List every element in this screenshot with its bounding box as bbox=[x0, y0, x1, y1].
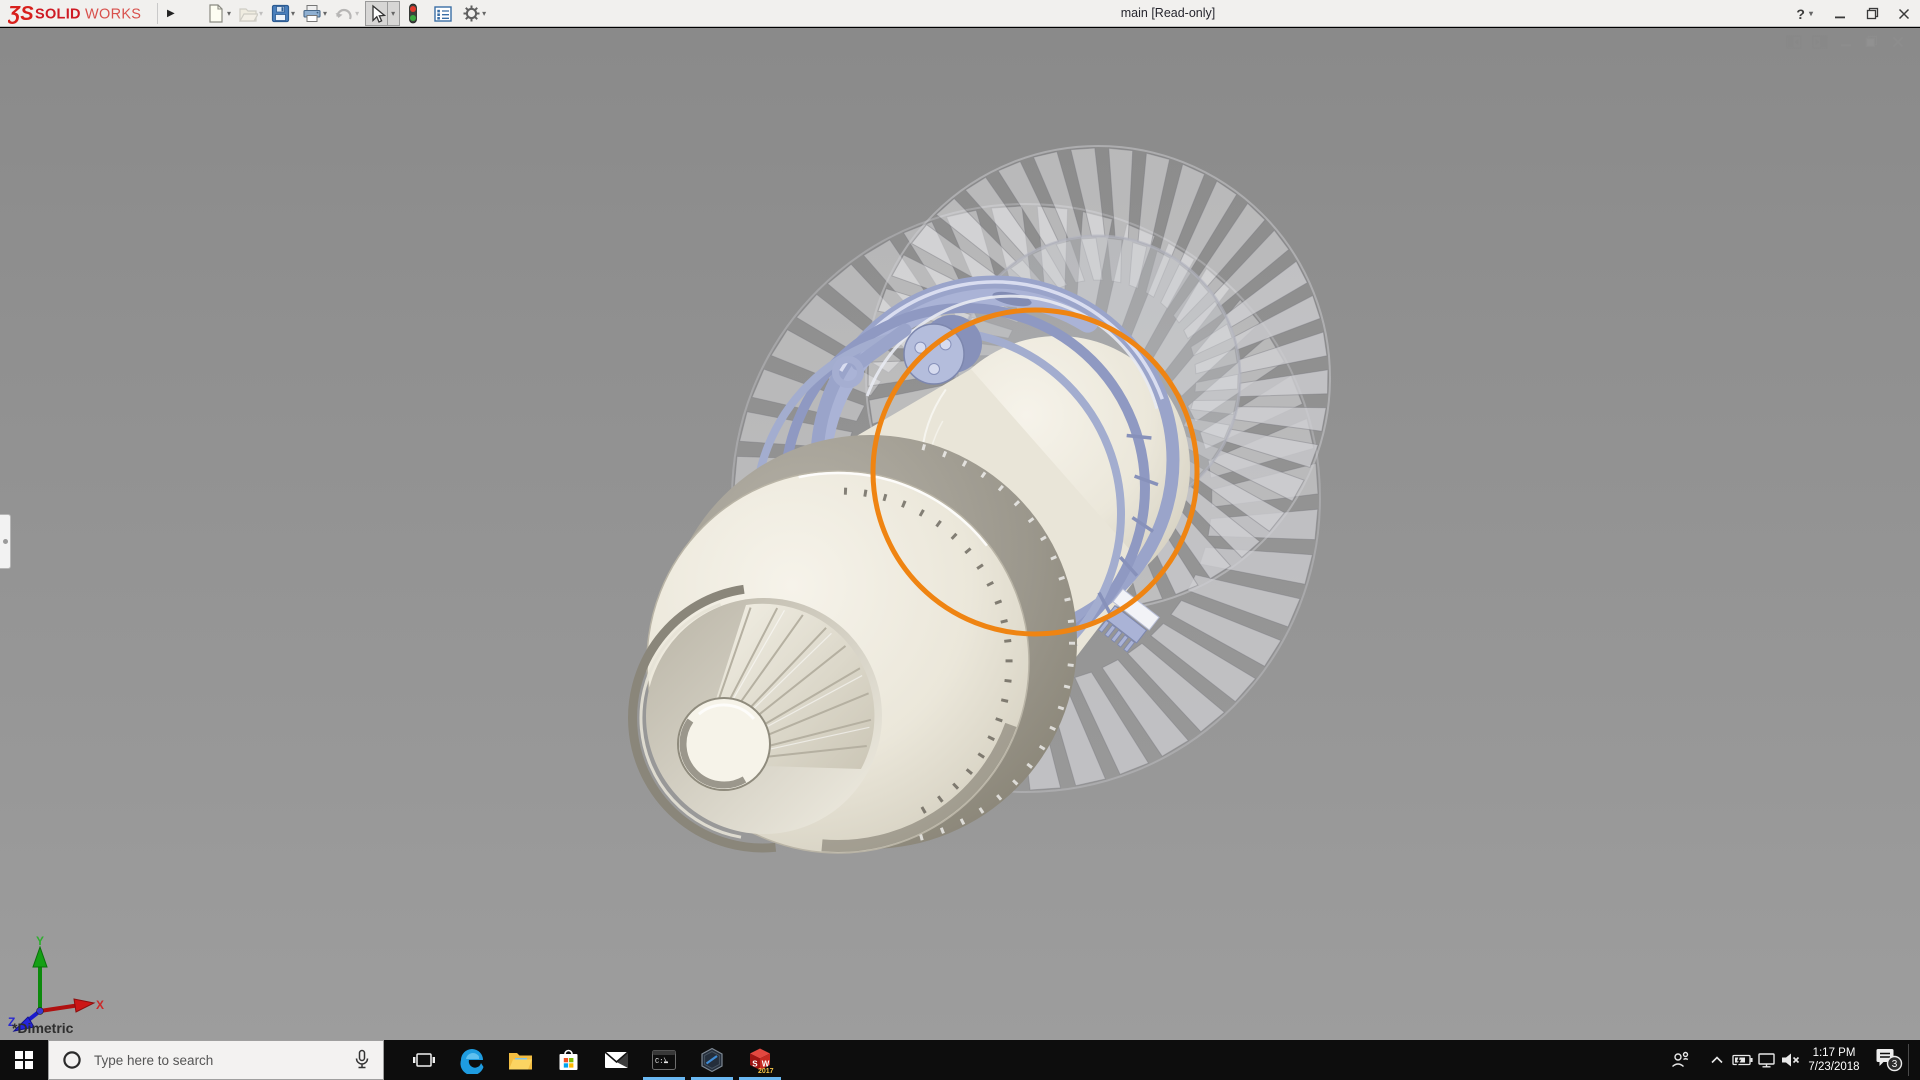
close-button[interactable] bbox=[1896, 6, 1912, 22]
display-settings-button[interactable] bbox=[432, 2, 454, 26]
axis-x-label: X bbox=[96, 998, 104, 1012]
chevron-down-icon[interactable]: ▾ bbox=[481, 9, 489, 18]
edge-browser-button[interactable] bbox=[448, 1040, 496, 1080]
network-icon[interactable] bbox=[1754, 1040, 1780, 1080]
search-input[interactable] bbox=[92, 1051, 347, 1069]
window-controls: ? ▾ bbox=[1796, 0, 1912, 27]
solidworks-2017-button[interactable]: S W 2017 bbox=[736, 1040, 784, 1080]
pane-right-icon[interactable] bbox=[1811, 34, 1828, 49]
battery-icon[interactable] bbox=[1730, 1040, 1756, 1080]
logo-works-text: WORKS bbox=[85, 7, 141, 23]
jet-engine-model bbox=[628, 145, 1331, 854]
taskbar-search[interactable] bbox=[48, 1040, 384, 1080]
sw-year: 2017 bbox=[758, 1068, 774, 1074]
clock-date: 7/23/2018 bbox=[1808, 1061, 1860, 1073]
menu-flyout-arrow-icon[interactable]: ▶ bbox=[163, 0, 179, 27]
view-orientation-label: *Dimetric bbox=[12, 1020, 74, 1036]
solidworks-logo: ƷS SOLID WORKS bbox=[8, 3, 141, 25]
main-toolbar: ▾ ▾ ▾ ▾ ▾ ▾ ▾ bbox=[205, 0, 492, 27]
new-document-button[interactable]: ▾ bbox=[205, 2, 235, 26]
chevron-down-icon[interactable]: ▾ bbox=[387, 2, 398, 25]
chevron-down-icon[interactable]: ▾ bbox=[226, 9, 234, 18]
chevron-down-icon: ▾ bbox=[355, 9, 360, 18]
hidden-icons-chevron[interactable] bbox=[1706, 1040, 1728, 1080]
interference-stoplight-button[interactable] bbox=[402, 2, 424, 26]
list-properties-icon bbox=[433, 4, 453, 24]
help-icon: ? bbox=[1796, 5, 1805, 22]
undo-button: ▾ bbox=[333, 2, 363, 26]
new-document-icon bbox=[206, 4, 226, 24]
undo-arrow-icon bbox=[334, 4, 354, 24]
restore-button[interactable] bbox=[1864, 6, 1880, 22]
microphone-icon[interactable] bbox=[353, 1049, 371, 1071]
child-close-icon[interactable] bbox=[1889, 34, 1906, 49]
feature-manager-collapsed-tab[interactable] bbox=[0, 514, 11, 569]
people-button[interactable] bbox=[1666, 1040, 1694, 1080]
show-desktop-divider[interactable] bbox=[1908, 1044, 1909, 1076]
select-tool-button[interactable]: ▾ bbox=[365, 1, 401, 26]
title-bar: ƷS SOLID WORKS ▶ ▾ ▾ ▾ ▾ ▾ ▾ ▾ main [Rea… bbox=[0, 0, 1920, 27]
print-icon bbox=[302, 4, 322, 24]
child-minimize-icon[interactable] bbox=[1837, 34, 1854, 49]
command-prompt-button[interactable]: C:\ bbox=[640, 1040, 688, 1080]
orientation-triad: Y X Z bbox=[8, 934, 104, 1032]
clock-time: 1:17 PM bbox=[1812, 1047, 1856, 1059]
task-view-button[interactable] bbox=[400, 1040, 448, 1080]
annotation-circle bbox=[870, 307, 1200, 637]
logo-symbol: ƷS bbox=[8, 3, 34, 25]
file-explorer-button[interactable] bbox=[496, 1040, 544, 1080]
windows-logo-icon bbox=[15, 1051, 33, 1069]
chevron-down-icon[interactable]: ▾ bbox=[322, 9, 330, 18]
child-restore-icon[interactable] bbox=[1863, 34, 1880, 49]
logo-separator bbox=[157, 3, 158, 24]
options-button[interactable]: ▾ bbox=[460, 2, 490, 26]
logo-solid-text: SOLID bbox=[35, 7, 81, 23]
minimize-button[interactable] bbox=[1832, 6, 1848, 22]
action-center-button[interactable]: 3 bbox=[1874, 1040, 1904, 1080]
axis-y-label: Y bbox=[36, 934, 44, 948]
open-button: ▾ bbox=[237, 2, 267, 26]
open-folder-icon bbox=[238, 4, 259, 24]
print-button[interactable]: ▾ bbox=[301, 2, 331, 26]
help-button[interactable]: ? ▾ bbox=[1796, 6, 1816, 22]
store-button[interactable] bbox=[544, 1040, 592, 1080]
tab-handle-dot bbox=[2, 539, 8, 544]
gear-icon bbox=[461, 4, 481, 24]
chevron-down-icon[interactable]: ▾ bbox=[1808, 9, 1816, 18]
graphics-viewport[interactable]: Y X Z *Dimetric bbox=[0, 28, 1920, 1040]
window-title: main [Read-only] bbox=[1120, 6, 1216, 20]
notification-badge-count: 3 bbox=[1892, 1059, 1898, 1070]
chevron-down-icon[interactable]: ▾ bbox=[290, 9, 298, 18]
windows-taskbar: C:\ SW2017 1:17 PM 7/23/2018 3 bbox=[0, 1040, 1920, 1080]
save-button[interactable]: ▾ bbox=[269, 2, 299, 26]
document-window-controls bbox=[1785, 34, 1906, 49]
composer-app-button[interactable] bbox=[688, 1040, 736, 1080]
select-cursor-icon bbox=[367, 4, 387, 24]
mail-button[interactable] bbox=[592, 1040, 640, 1080]
cortana-circle-icon bbox=[63, 1051, 81, 1069]
taskbar-clock[interactable]: 1:17 PM 7/23/2018 bbox=[1796, 1040, 1872, 1080]
chevron-down-icon: ▾ bbox=[259, 9, 264, 18]
stoplight-icon bbox=[403, 3, 423, 24]
save-floppy-icon bbox=[270, 4, 290, 24]
pane-left-icon[interactable] bbox=[1785, 34, 1802, 49]
start-button[interactable] bbox=[0, 1040, 48, 1080]
